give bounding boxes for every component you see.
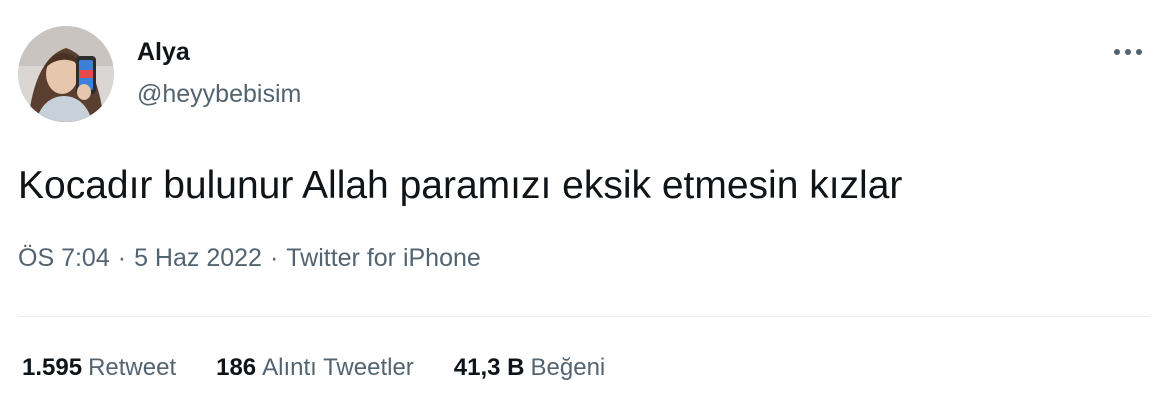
tweet-time[interactable]: ÖS 7:04 xyxy=(18,244,110,272)
tweet-meta: ÖS 7:04 · 5 Haz 2022 · Twitter for iPhone xyxy=(18,244,481,273)
retweets-label: Retweet xyxy=(88,354,177,381)
meta-separator: · xyxy=(117,244,127,272)
avatar[interactable] xyxy=(18,26,114,122)
likes-stat[interactable]: 41,3 B Beğeni xyxy=(454,354,605,382)
likes-count: 41,3 B xyxy=(453,354,525,381)
likes-label: Beğeni xyxy=(530,354,606,381)
quotes-stat[interactable]: 186 Alıntı Tweetler xyxy=(216,354,414,382)
retweets-count: 1.595 xyxy=(22,354,83,381)
more-horizontal-icon xyxy=(1114,49,1142,55)
author-display-name[interactable]: Alya xyxy=(137,38,190,67)
meta-separator: · xyxy=(269,244,279,272)
avatar-image xyxy=(18,26,114,122)
more-options-button[interactable] xyxy=(1108,36,1148,68)
tweet-card: Alya @heyybebisim Kocadır bulunur Allah … xyxy=(0,0,1168,412)
divider xyxy=(18,316,1150,317)
tweet-stats: 1.595 Retweet 186 Alıntı Tweetler 41,3 B Be… xyxy=(22,354,605,382)
author-handle[interactable]: @heyybebisim xyxy=(137,80,301,109)
tweet-text: Kocadır bulunur Allah paramızı eksik etm… xyxy=(18,164,903,207)
retweets-stat[interactable]: 1.595 Retweet xyxy=(22,354,176,382)
tweet-date[interactable]: 5 Haz 2022 xyxy=(134,244,262,272)
tweet-source[interactable]: Twitter for iPhone xyxy=(286,244,481,272)
quotes-count: 186 xyxy=(216,354,257,381)
quotes-label: Alıntı Tweetler xyxy=(262,354,414,381)
